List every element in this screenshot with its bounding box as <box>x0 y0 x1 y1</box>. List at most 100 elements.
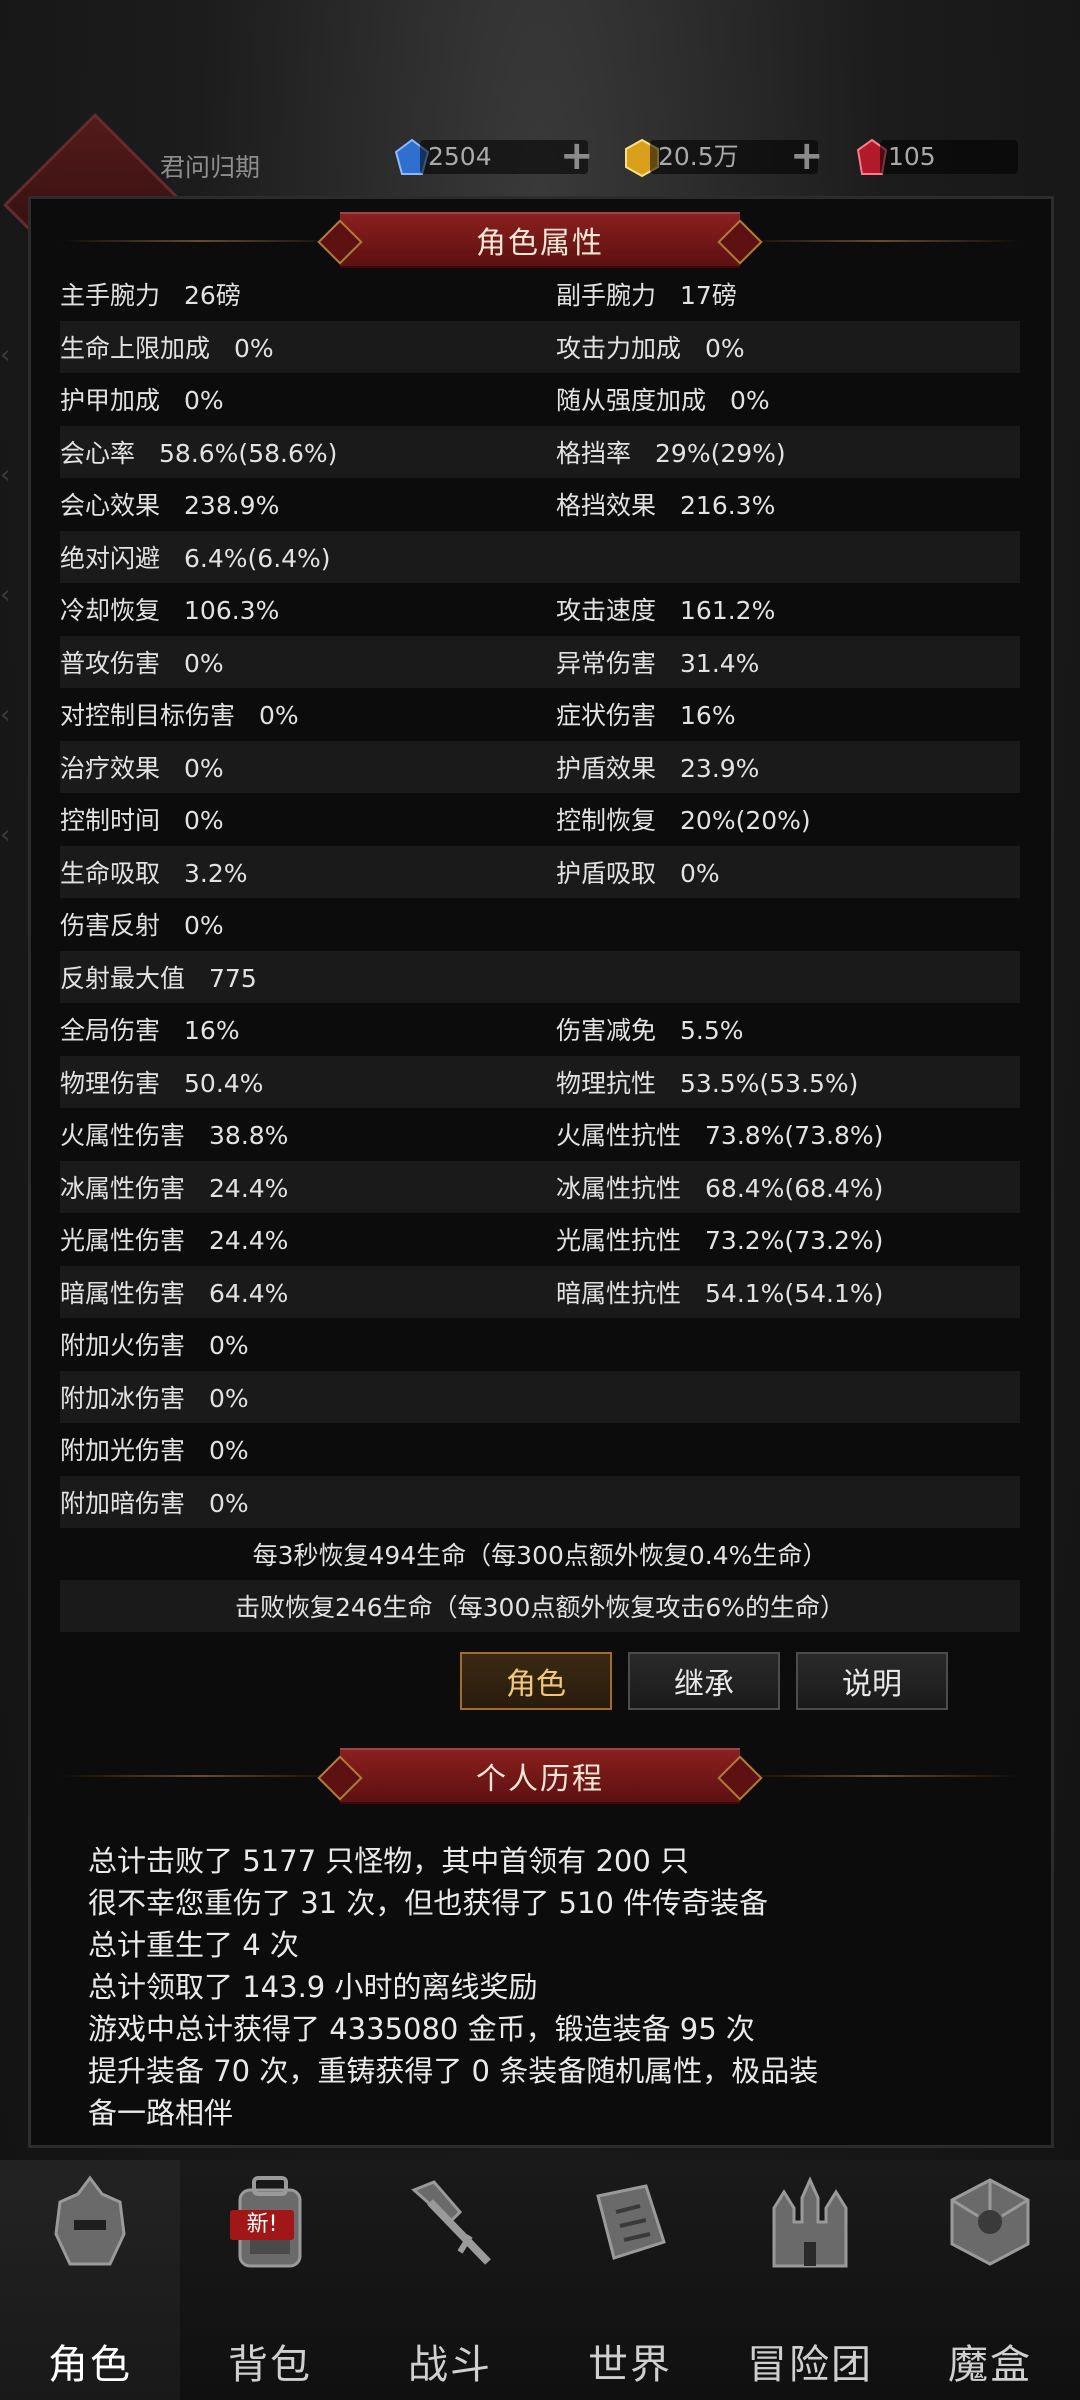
nav-world[interactable]: 世界 <box>540 2160 720 2400</box>
stat-label: 物理抗性 <box>556 1068 657 1098</box>
stat-left: 生命吸取 3.2% <box>60 854 556 890</box>
history-line: 总计重生了 4 次 <box>88 1928 299 1962</box>
stat-value: 161.2% <box>680 596 776 626</box>
stat-label: 暗属性抗性 <box>556 1278 682 1308</box>
stat-label: 火属性伤害 <box>60 1121 186 1151</box>
title-divider <box>740 240 1020 242</box>
stat-row: 附加光伤害 0% <box>60 1423 1020 1476</box>
background-ornament: ‹ <box>0 580 11 610</box>
stat-row: 附加暗伤害 0% <box>60 1475 1020 1528</box>
stat-label: 控制时间 <box>60 806 161 836</box>
stat-right: 症状伤害 16% <box>556 696 1020 732</box>
tab-inherit[interactable]: 继承 <box>628 1652 780 1710</box>
stat-value: 64.4% <box>209 1278 289 1308</box>
stat-label: 主手腕力 <box>60 281 161 311</box>
stat-label: 全局伤害 <box>60 1016 161 1046</box>
stat-right: 随从强度加成 0% <box>556 381 1020 417</box>
stat-value: 3.2% <box>184 858 248 888</box>
stat-row: 暗属性伤害 64.4% 暗属性抗性 54.1%(54.1%) <box>60 1265 1020 1318</box>
tab-description[interactable]: 说明 <box>796 1652 948 1710</box>
stat-left: 伤害反射 0% <box>60 906 556 942</box>
stat-right: 异常伤害 31.4% <box>556 644 1020 680</box>
stat-right: 光属性抗性 73.2%(73.2%) <box>556 1221 1020 1257</box>
stat-right: 护盾效果 23.9% <box>556 749 1020 785</box>
stat-value: 20%(20%) <box>680 806 811 836</box>
stat-value: 0% <box>209 1383 249 1413</box>
nav-backpack-label: 背包 <box>228 2342 312 2388</box>
tab-character[interactable]: 角色 <box>460 1652 612 1710</box>
history-line: 备一路相伴 <box>88 2096 234 2130</box>
resource-gems[interactable]: 2504 + <box>392 136 622 176</box>
stat-right: 攻击速度 161.2% <box>556 591 1020 627</box>
stat-value: 68.4%(68.4%) <box>705 1173 884 1203</box>
stat-row: 伤害反射 0% <box>60 898 1020 951</box>
nav-backpack[interactable]: 新! 背包 <box>180 2160 360 2400</box>
stat-label: 攻击速度 <box>556 596 657 626</box>
nav-character[interactable]: 角色 <box>0 2160 180 2400</box>
castle-icon <box>772 2176 848 2268</box>
nav-adventure-group[interactable]: 冒险团 <box>720 2160 900 2400</box>
stat-left: 冰属性伤害 24.4% <box>60 1169 556 1205</box>
stat-left: 治疗效果 0% <box>60 749 556 785</box>
nav-magic-box-label: 魔盒 <box>948 2342 1032 2388</box>
stat-value: 0% <box>680 858 720 888</box>
stat-right: 暗属性抗性 54.1%(54.1%) <box>556 1274 1020 1310</box>
history-line: 总计击败了 5177 只怪物，其中首领有 200 只 <box>88 1844 690 1878</box>
stat-left: 全局伤害 16% <box>60 1011 556 1047</box>
stat-label: 伤害反射 <box>60 911 161 941</box>
stat-right: 物理抗性 53.5%(53.5%) <box>556 1064 1020 1100</box>
background-ornament: ‹ <box>0 820 11 850</box>
resource-crystal[interactable]: 105 <box>852 138 1042 176</box>
stat-label: 普攻伤害 <box>60 648 161 678</box>
stat-value: 0% <box>209 1488 249 1518</box>
stat-value: 26磅 <box>184 281 241 311</box>
stat-label: 护盾吸取 <box>556 858 657 888</box>
stat-table: 主手腕力 26磅 副手腕力 17磅 生命上限加成 0% 攻击力加成 0% 护甲加成 0% 随从强度加… <box>60 268 1020 1528</box>
add-gold-button[interactable]: + <box>790 136 824 176</box>
stat-row: 护甲加成 0% 随从强度加成 0% <box>60 373 1020 426</box>
stat-value: 16% <box>184 1016 240 1046</box>
stat-right <box>556 910 1020 939</box>
add-gems-button[interactable]: + <box>560 136 594 176</box>
stat-value: 0% <box>209 1331 249 1361</box>
history-line: 总计领取了 143.9 小时的离线奖励 <box>88 1970 538 2004</box>
stat-row: 主手腕力 26磅 副手腕力 17磅 <box>60 268 1020 321</box>
stat-value: 0% <box>184 911 224 941</box>
stat-label: 护盾效果 <box>556 753 657 783</box>
bottom-nav: 角色 新! 背包 战斗 世界 冒险团 魔盒 <box>0 2160 1080 2400</box>
kill-regen-info: 击败恢复246生命（每300点额外恢复攻击6%的生命） <box>60 1580 1020 1632</box>
stat-row: 反射最大值 775 <box>60 950 1020 1003</box>
stat-left: 暗属性伤害 64.4% <box>60 1274 556 1310</box>
crossed-swords-icon <box>411 2180 491 2265</box>
nav-magic-box[interactable]: 魔盒 <box>900 2160 1080 2400</box>
history-line: 游戏中总计获得了 4335080 金币，锻造装备 95 次 <box>88 2012 755 2046</box>
nav-battle[interactable]: 战斗 <box>360 2160 540 2400</box>
stat-left: 护甲加成 0% <box>60 381 556 417</box>
stat-row: 冰属性伤害 24.4% 冰属性抗性 68.4%(68.4%) <box>60 1160 1020 1213</box>
nav-character-label: 角色 <box>48 2342 132 2388</box>
stat-value: 23.9% <box>680 753 760 783</box>
stat-left: 冷却恢复 106.3% <box>60 591 556 627</box>
stat-label: 异常伤害 <box>556 648 657 678</box>
stat-value: 24.4% <box>209 1226 289 1256</box>
stat-row: 物理伤害 50.4% 物理抗性 53.5%(53.5%) <box>60 1055 1020 1108</box>
stat-value: 0% <box>730 386 770 416</box>
nav-battle-label: 战斗 <box>408 2342 492 2388</box>
personal-history: 总计击败了 5177 只怪物，其中首领有 200 只很不幸您重伤了 31 次，但… <box>88 1840 1008 2134</box>
stat-value: 216.3% <box>680 491 776 521</box>
resource-gold[interactable]: 20.5万 + <box>622 136 852 178</box>
stat-right: 控制恢复 20%(20%) <box>556 801 1020 837</box>
background-ornament: ‹ <box>0 460 11 490</box>
stat-value: 0% <box>184 386 224 416</box>
stat-row: 附加火伤害 0% <box>60 1318 1020 1371</box>
stat-label: 物理伤害 <box>60 1068 161 1098</box>
history-line: 提升装备 70 次，重铸获得了 0 条装备随机属性，极品装 <box>88 2054 819 2088</box>
stat-row: 治疗效果 0% 护盾效果 23.9% <box>60 740 1020 793</box>
stat-left: 火属性伤害 38.8% <box>60 1116 556 1152</box>
stat-row: 附加冰伤害 0% <box>60 1370 1020 1423</box>
stat-value: 0% <box>184 648 224 678</box>
stat-label: 护甲加成 <box>60 386 161 416</box>
stat-row: 对控制目标伤害 0% 症状伤害 16% <box>60 688 1020 741</box>
stat-label: 格挡效果 <box>556 491 657 521</box>
stat-label: 冷却恢复 <box>60 596 161 626</box>
